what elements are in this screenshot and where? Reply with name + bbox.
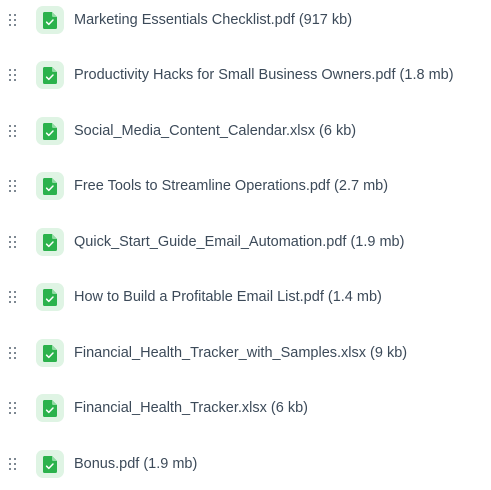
file-name-link[interactable]: Social_Media_Content_Calendar.xlsx (6 kb… <box>74 123 356 139</box>
file-name-link[interactable]: Bonus.pdf (1.9 mb) <box>74 456 197 472</box>
file-row[interactable]: Marketing Essentials Checklist.pdf (917 … <box>0 2 491 38</box>
drag-handle-icon[interactable] <box>9 14 17 27</box>
file-document-icon <box>36 283 64 311</box>
file-document-icon <box>36 172 64 200</box>
file-document-icon <box>36 450 64 478</box>
file-list: Marketing Essentials Checklist.pdf (917 … <box>0 0 491 490</box>
drag-handle-icon[interactable] <box>9 180 17 193</box>
file-document-icon <box>36 339 64 367</box>
drag-handle-icon[interactable] <box>9 402 17 415</box>
file-name-link[interactable]: How to Build a Profitable Email List.pdf… <box>74 289 382 305</box>
file-row[interactable]: Bonus.pdf (1.9 mb) <box>0 446 491 482</box>
file-row[interactable]: Financial_Health_Tracker_with_Samples.xl… <box>0 335 491 371</box>
drag-handle-icon[interactable] <box>9 236 17 249</box>
file-row[interactable]: Productivity Hacks for Small Business Ow… <box>0 57 491 93</box>
file-name-link[interactable]: Financial_Health_Tracker_with_Samples.xl… <box>74 345 407 361</box>
file-row[interactable]: Quick_Start_Guide_Email_Automation.pdf (… <box>0 224 491 260</box>
drag-handle-icon[interactable] <box>9 347 17 360</box>
file-document-icon <box>36 228 64 256</box>
file-document-icon <box>36 6 64 34</box>
drag-handle-icon[interactable] <box>9 291 17 304</box>
file-document-icon <box>36 61 64 89</box>
file-name-link[interactable]: Free Tools to Streamline Operations.pdf … <box>74 178 388 194</box>
file-row[interactable]: Free Tools to Streamline Operations.pdf … <box>0 168 491 204</box>
file-document-icon <box>36 394 64 422</box>
file-name-link[interactable]: Financial_Health_Tracker.xlsx (6 kb) <box>74 400 308 416</box>
file-document-icon <box>36 117 64 145</box>
file-name-link[interactable]: Productivity Hacks for Small Business Ow… <box>74 67 454 83</box>
file-row[interactable]: Financial_Health_Tracker.xlsx (6 kb) <box>0 390 491 426</box>
drag-handle-icon[interactable] <box>9 125 17 138</box>
file-row[interactable]: How to Build a Profitable Email List.pdf… <box>0 279 491 315</box>
drag-handle-icon[interactable] <box>9 69 17 82</box>
file-name-link[interactable]: Quick_Start_Guide_Email_Automation.pdf (… <box>74 234 404 250</box>
drag-handle-icon[interactable] <box>9 458 17 471</box>
file-row[interactable]: Social_Media_Content_Calendar.xlsx (6 kb… <box>0 113 491 149</box>
file-name-link[interactable]: Marketing Essentials Checklist.pdf (917 … <box>74 12 352 28</box>
